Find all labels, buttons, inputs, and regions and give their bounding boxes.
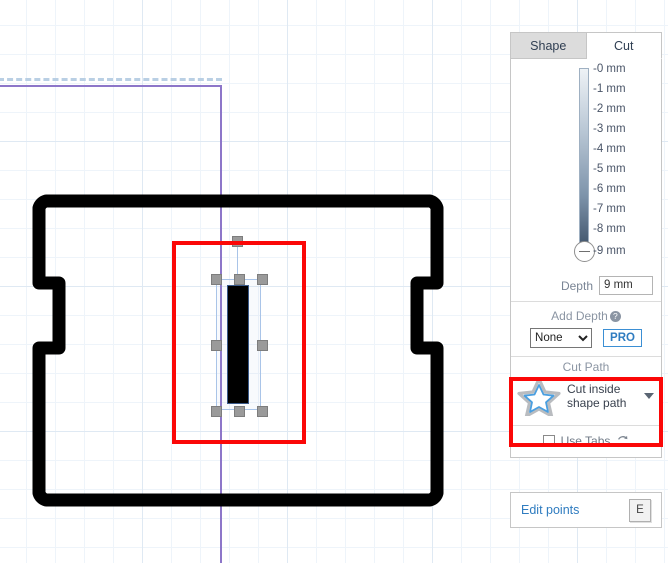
canvas-highlight-box: [172, 241, 306, 444]
add-depth-title: Add Depth?: [511, 309, 661, 323]
tab-shape[interactable]: Shape: [510, 32, 587, 59]
panel-tabs[interactable]: Shape Cut: [510, 32, 662, 59]
slider-tick-4: -4 mm: [593, 143, 626, 155]
depth-label: Depth: [560, 278, 593, 293]
depth-input[interactable]: [599, 276, 653, 295]
cut-path-highlight-box: [509, 377, 663, 447]
pro-badge[interactable]: PRO: [603, 329, 642, 347]
slider-tick-5: -5 mm: [593, 163, 626, 175]
slider-tick-1: -1 mm: [593, 83, 626, 95]
edit-points-row[interactable]: Edit points E: [510, 492, 662, 528]
add-depth-section: Add Depth? None PRO: [511, 302, 661, 357]
slider-tick-9: -9 mm: [593, 245, 626, 257]
add-depth-row: None PRO: [511, 328, 661, 348]
edit-points-shortcut-key[interactable]: E: [629, 498, 651, 522]
slider-tick-3: -3 mm: [593, 123, 626, 135]
slider-tick-7: -7 mm: [593, 203, 626, 215]
depth-slider-track[interactable]: [579, 68, 589, 250]
question-mark-icon[interactable]: ?: [609, 311, 621, 322]
slider-tick-8: -8 mm: [593, 223, 626, 235]
depth-slider-knob[interactable]: [574, 241, 595, 262]
depth-row: Depth: [511, 271, 661, 302]
cut-path-title: Cut Path: [562, 360, 610, 374]
slider-tick-6: -6 mm: [593, 183, 626, 195]
add-depth-select[interactable]: None: [530, 328, 593, 348]
depth-slider-section[interactable]: -0 mm -1 mm -2 mm -3 mm -4 mm -5 mm -6 m…: [511, 59, 661, 271]
tab-shape-label: Shape: [530, 38, 567, 53]
add-depth-label: Add Depth: [551, 309, 608, 323]
tab-cut[interactable]: Cut: [586, 32, 662, 59]
slider-tick-0: -0 mm: [593, 63, 626, 75]
slider-tick-2: -2 mm: [593, 103, 626, 115]
edit-points-link[interactable]: Edit points: [521, 503, 579, 517]
tab-cut-label: Cut: [614, 38, 634, 53]
